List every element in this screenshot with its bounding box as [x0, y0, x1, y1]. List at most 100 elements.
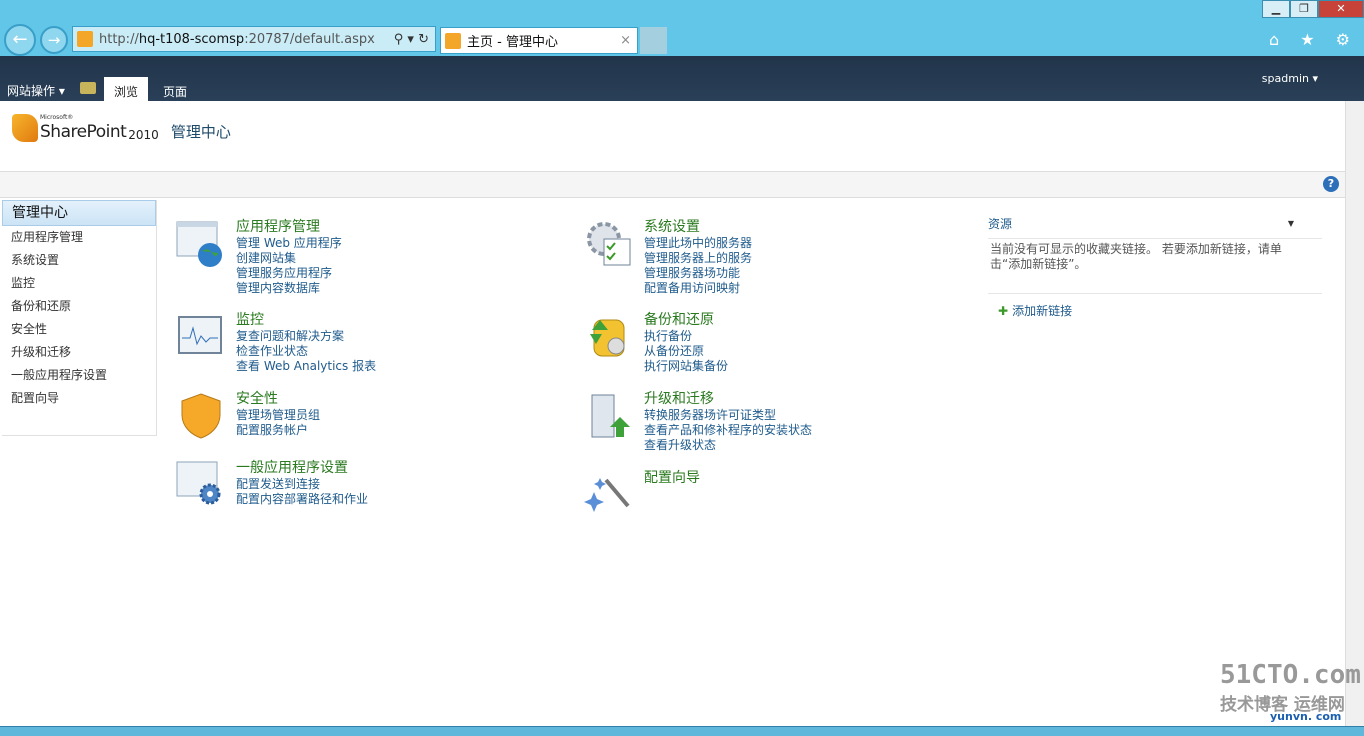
link[interactable]: 查看 Web Analytics 报表: [236, 359, 376, 374]
tab-browse[interactable]: 浏览: [104, 77, 149, 101]
add-new-link-label: 添加新链接: [1012, 304, 1073, 318]
sub-bar: ?: [0, 171, 1345, 198]
section-backup-restore: 备份和还原 执行备份 从备份还原 执行网站集备份: [584, 312, 728, 374]
watermark-text: 51CTO.com: [1220, 660, 1361, 690]
taskbar: [0, 726, 1364, 736]
url-domain: hq-t108-scomsp: [138, 31, 245, 47]
link[interactable]: 配置内容部署路径和作业: [236, 492, 368, 507]
add-new-link[interactable]: ✚ 添加新链接: [988, 302, 1322, 319]
resources-panel: 资源 ▼ 当前没有可显示的收藏夹链接。 若要添加新链接，请单击“添加新链接”。 ✚…: [988, 212, 1322, 319]
tab-title: 主页 - 管理中心: [467, 35, 558, 50]
link[interactable]: 执行网站集备份: [644, 359, 728, 374]
link[interactable]: 从备份还原: [644, 344, 728, 359]
link[interactable]: 检查作业状态: [236, 344, 376, 359]
section-title[interactable]: 安全性: [236, 391, 320, 408]
section-title[interactable]: 一般应用程序设置: [236, 460, 368, 477]
back-button[interactable]: ←: [4, 24, 36, 56]
logo-sharepoint: SharePoint: [40, 122, 127, 142]
section-title[interactable]: 配置向导: [644, 470, 700, 487]
nav-system-settings[interactable]: 系统设置: [2, 249, 156, 272]
nav-monitoring[interactable]: 监控: [2, 272, 156, 295]
resources-title: 资源: [988, 217, 1013, 231]
watermark-logo: 51CTO.com 技术博客 运维网 yunvn. com: [1220, 660, 1361, 723]
link[interactable]: 查看升级状态: [644, 438, 812, 453]
resources-dropdown-icon[interactable]: ▼: [1288, 212, 1294, 236]
link[interactable]: 创建网站集: [236, 251, 342, 266]
link[interactable]: 管理场管理员组: [236, 408, 320, 423]
section-title[interactable]: 备份和还原: [644, 312, 728, 329]
site-actions-menu[interactable]: 网站操作 ▾: [7, 82, 65, 99]
tab-favicon: [445, 32, 461, 49]
section-app-management: 应用程序管理 管理 Web 应用程序 创建网站集 管理服务应用程序 管理内容数据库: [176, 219, 342, 296]
link[interactable]: 转换服务器场许可证类型: [644, 408, 812, 423]
magic-wand-icon: [584, 478, 630, 512]
url-rest: :20787/default.aspx: [244, 31, 375, 47]
link[interactable]: 管理服务器上的服务: [644, 251, 752, 266]
navigate-up-icon[interactable]: [80, 82, 96, 94]
link[interactable]: 配置服务帐户: [236, 423, 320, 438]
forward-button[interactable]: →: [40, 26, 68, 54]
quick-launch: 管理中心 应用程序管理 系统设置 监控 备份和还原 安全性 升级和迁移 一般应用…: [2, 200, 157, 436]
url-prefix: http://: [99, 31, 139, 47]
link[interactable]: 执行备份: [644, 329, 728, 344]
database-backup-icon: [590, 319, 625, 357]
section-title[interactable]: 系统设置: [644, 219, 752, 236]
ribbon: 网站操作 ▾ 浏览 页面 spadmin ▾: [0, 56, 1364, 101]
link[interactable]: 管理服务应用程序: [236, 266, 342, 281]
tab-page[interactable]: 页面: [153, 77, 197, 101]
section-config-wizards: 配置向导: [584, 470, 700, 520]
link[interactable]: 管理 Web 应用程序: [236, 236, 342, 251]
site-favicon: [77, 31, 93, 47]
monitor-chart-icon: [178, 316, 222, 354]
link[interactable]: 管理服务器场功能: [644, 266, 752, 281]
nav-app-management[interactable]: 应用程序管理: [2, 226, 156, 249]
section-upgrade-migration: 升级和迁移 转换服务器场许可证类型 查看产品和修补程序的安装状态 查看升级状态: [584, 391, 812, 453]
section-title[interactable]: 应用程序管理: [236, 219, 342, 236]
nav-upgrade-migration[interactable]: 升级和迁移: [2, 341, 156, 364]
nav-backup-restore[interactable]: 备份和还原: [2, 295, 156, 318]
nav-general-settings[interactable]: 一般应用程序设置: [2, 364, 156, 387]
minimize-button[interactable]: ▁: [1262, 0, 1290, 18]
close-window-button[interactable]: ✕: [1318, 0, 1364, 18]
link[interactable]: 配置发送到连接: [236, 477, 368, 492]
section-system-settings: 系统设置 管理此场中的服务器 管理服务器上的服务 管理服务器场功能 配置备用访问映射: [584, 219, 752, 296]
settings-gears-icon: [176, 461, 221, 505]
web-app-globe-icon: [176, 221, 222, 267]
link[interactable]: 管理内容数据库: [236, 281, 342, 296]
nav-central-admin[interactable]: 管理中心: [2, 200, 156, 226]
tab-close-icon[interactable]: ×: [620, 33, 631, 48]
resources-empty-message: 当前没有可显示的收藏夹链接。 若要添加新链接，请单击“添加新链接”。: [988, 239, 1322, 294]
sharepoint-logo[interactable]: Microsoft® SharePoint 2010 管理中心: [12, 114, 231, 142]
sharepoint-logo-icon: [12, 114, 38, 142]
site-title[interactable]: 管理中心: [171, 121, 231, 142]
site-header: Microsoft® SharePoint 2010 管理中心: [0, 101, 1345, 171]
section-general-settings: 一般应用程序设置 配置发送到连接 配置内容部署路径和作业: [176, 460, 368, 510]
section-security: 安全性 管理场管理员组 配置服务帐户: [176, 391, 320, 441]
browser-tab[interactable]: 主页 - 管理中心 ×: [440, 27, 638, 54]
gear-checklist-icon: [587, 222, 631, 266]
section-monitoring: 监控 复查问题和解决方案 检查作业状态 查看 Web Analytics 报表: [176, 312, 376, 374]
link[interactable]: 查看产品和修补程序的安装状态: [644, 423, 812, 438]
browser-chrome: ▁ ❐ ✕ ← → http://hq-t108-scomsp:20787/de…: [0, 0, 1364, 56]
section-title[interactable]: 升级和迁移: [644, 391, 812, 408]
nav-security[interactable]: 安全性: [2, 318, 156, 341]
vertical-scrollbar[interactable]: [1345, 101, 1364, 726]
watermark-text-3: yunvn. com: [1270, 710, 1342, 723]
nav-config-wizards[interactable]: 配置向导: [2, 387, 156, 410]
logo-year: 2010: [128, 128, 159, 142]
shield-icon: [181, 393, 221, 439]
server-upgrade-icon: [591, 394, 630, 438]
maximize-button[interactable]: ❐: [1290, 0, 1318, 18]
user-menu[interactable]: spadmin ▾: [1262, 72, 1318, 85]
link[interactable]: 复查问题和解决方案: [236, 329, 376, 344]
link[interactable]: 配置备用访问映射: [644, 281, 752, 296]
link[interactable]: 管理此场中的服务器: [644, 236, 752, 251]
help-icon[interactable]: ?: [1323, 176, 1339, 192]
logo-microsoft: Microsoft®: [40, 114, 74, 121]
search-refresh-icons[interactable]: ⚲ ▾ ↻: [394, 32, 429, 47]
new-tab-button[interactable]: [640, 27, 667, 54]
address-bar[interactable]: http://hq-t108-scomsp:20787/default.aspx…: [72, 26, 436, 52]
window-controls: ▁ ❐ ✕: [1262, 0, 1364, 18]
home-favorites-settings-icons[interactable]: ⌂ ★ ⚙: [1269, 30, 1358, 49]
section-title[interactable]: 监控: [236, 312, 376, 329]
